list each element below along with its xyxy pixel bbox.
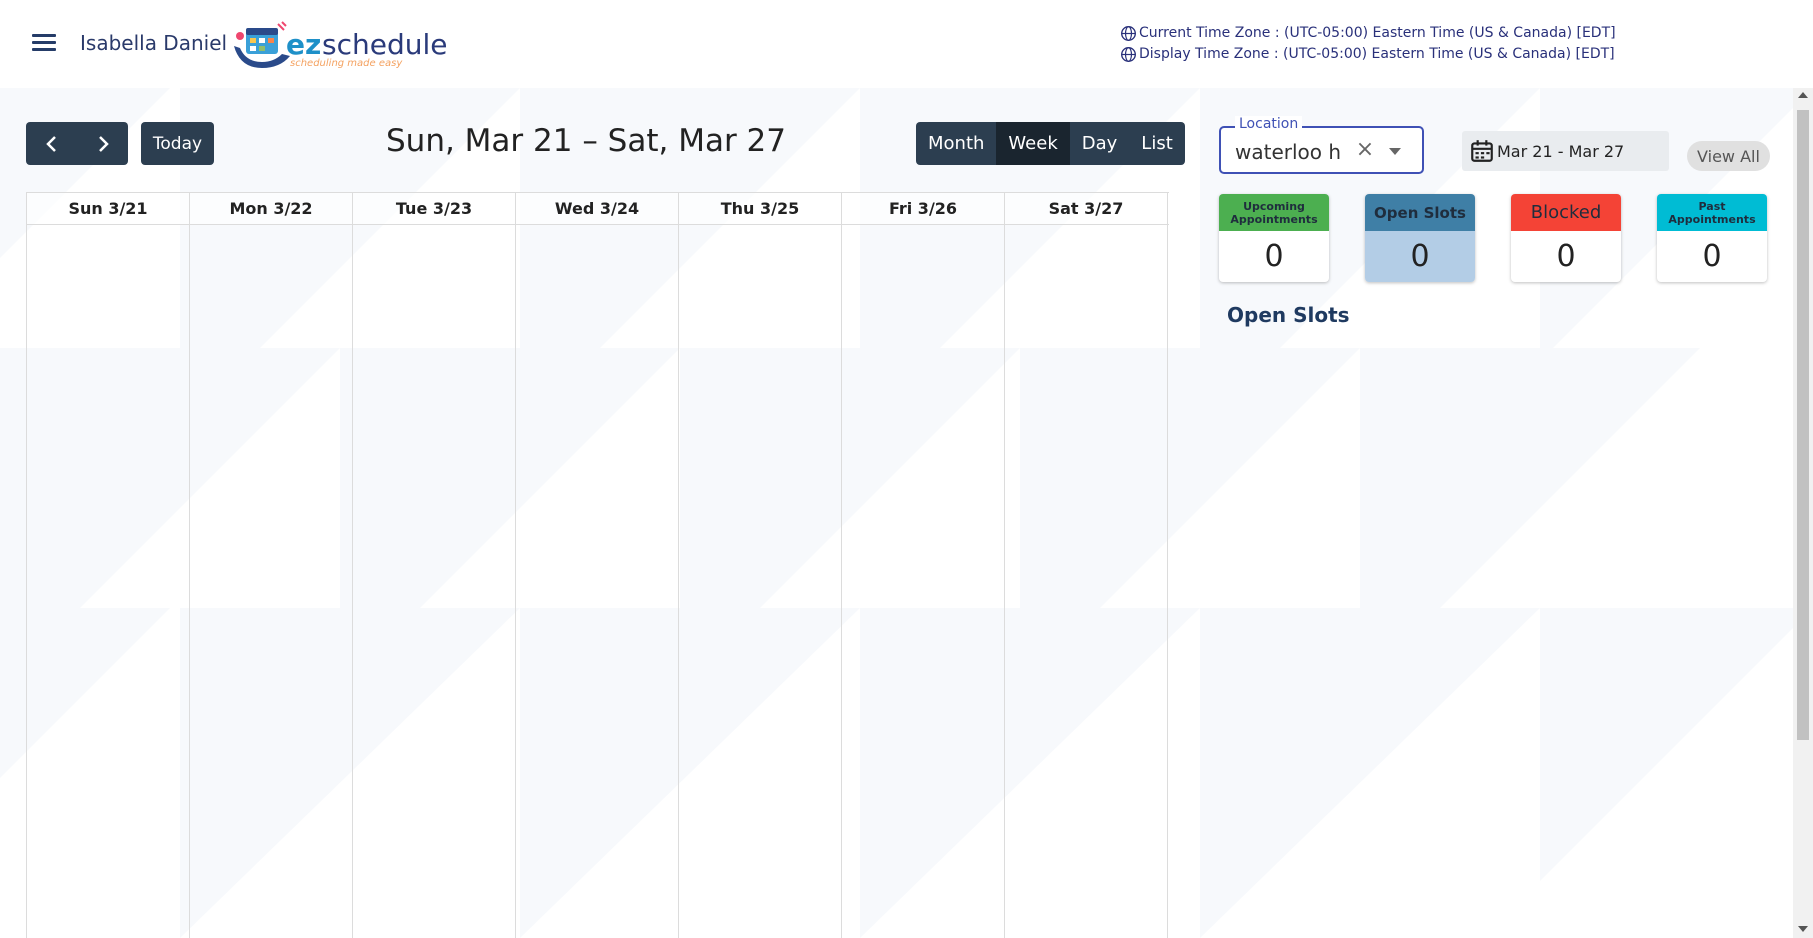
day-header-thu: Thu 3/25 [679,193,842,224]
date-range-text: Mar 21 - Mar 27 [1497,141,1625,161]
week-view-button[interactable]: Week [996,122,1070,165]
scroll-down-icon[interactable] [1798,926,1808,932]
day-header-sat: Sat 3/27 [1005,193,1168,224]
location-select[interactable]: Location waterloo ho × [1219,116,1424,174]
today-button[interactable]: Today [141,122,214,165]
day-header-wed: Wed 3/24 [516,193,679,224]
scroll-up-icon[interactable] [1798,92,1808,98]
day-header-mon: Mon 3/22 [190,193,353,224]
calendar-header-row: Sun 3/21 Mon 3/22 Tue 3/23 Wed 3/24 Thu … [27,192,1169,225]
current-timezone-text: Current Time Zone : (UTC-05:00) Eastern … [1139,25,1616,41]
stat-past-appointments[interactable]: Past Appointments 0 [1657,194,1767,282]
logo-graphic: ez scheduler scheduling made easy [234,21,459,69]
chevron-left-icon [45,135,56,152]
stat-blocked[interactable]: Blocked 0 [1511,194,1621,282]
current-timezone: Current Time Zone : (UTC-05:00) Eastern … [1120,23,1616,44]
stat-label: Blocked [1511,194,1621,231]
day-column-wed[interactable] [516,225,679,938]
location-label: Location [1235,116,1303,132]
view-switcher: Month Week Day List [916,122,1185,165]
day-column-thu[interactable] [679,225,842,938]
date-navigation [26,122,128,165]
chevron-right-icon [98,135,109,152]
stat-label: Past Appointments [1657,194,1767,231]
calendar-icon [1471,140,1493,162]
day-header-tue: Tue 3/23 [353,193,516,224]
stat-open-slots[interactable]: Open Slots 0 [1365,194,1475,282]
menu-icon[interactable] [32,30,56,54]
scroll-thumb[interactable] [1797,110,1809,740]
month-view-button[interactable]: Month [916,122,996,165]
clear-icon[interactable]: × [1355,139,1375,161]
day-column-mon[interactable] [190,225,353,938]
stat-upcoming-appointments[interactable]: Upcoming Appointments 0 [1219,194,1329,282]
page-scrollbar[interactable] [1793,88,1813,938]
day-header-fri: Fri 3/26 [842,193,1005,224]
day-view-button[interactable]: Day [1070,122,1130,165]
view-all-button[interactable]: View All [1687,141,1770,171]
stat-value: 0 [1702,239,1722,274]
next-week-button[interactable] [77,122,128,165]
stat-label: Upcoming Appointments [1219,194,1329,231]
stat-value: 0 [1556,239,1576,274]
display-timezone: Display Time Zone : (UTC-05:00) Eastern … [1120,44,1616,65]
globe-icon [1121,47,1136,62]
logo-text-ez: ez [286,28,321,61]
day-column-fri[interactable] [842,225,1005,938]
date-range-title: Sun, Mar 21 – Sat, Mar 27 [386,123,787,159]
prev-week-button[interactable] [26,122,77,165]
timezone-info: Current Time Zone : (UTC-05:00) Eastern … [1120,23,1616,65]
day-column-tue[interactable] [353,225,516,938]
open-slots-heading: Open Slots [1227,303,1350,327]
display-timezone-text: Display Time Zone : (UTC-05:00) Eastern … [1139,46,1615,62]
location-input[interactable]: waterloo ho [1235,140,1340,164]
week-calendar: Sun 3/21 Mon 3/22 Tue 3/23 Wed 3/24 Thu … [26,192,1169,938]
list-view-button[interactable]: List [1129,122,1184,165]
globe-icon [1121,26,1136,41]
logo-tagline: scheduling made easy [290,58,403,69]
stat-value: 0 [1365,231,1475,282]
ezscheduler-logo[interactable]: ez scheduler scheduling made easy [232,18,459,70]
stat-label: Open Slots [1365,194,1475,231]
stat-value: 0 [1264,239,1284,274]
day-column-sun[interactable] [27,225,190,938]
calendar-body [27,225,1169,938]
day-header-sun: Sun 3/21 [27,193,190,224]
user-name: Isabella Daniel [80,31,228,55]
dropdown-arrow-icon[interactable] [1389,148,1401,155]
logo-text-scheduler: scheduler [322,28,447,61]
date-range-picker[interactable]: Mar 21 - Mar 27 [1462,131,1669,171]
day-column-sat[interactable] [1005,225,1168,938]
